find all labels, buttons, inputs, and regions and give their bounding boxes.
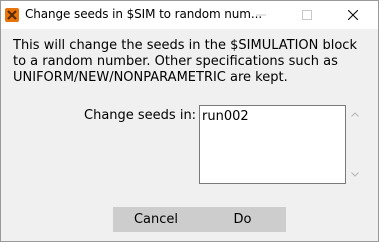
close-button[interactable] [330,1,376,29]
maximize-button[interactable] [284,1,330,29]
maximize-icon [302,10,312,20]
window-title: Change seeds in $SIM to random num... [25,7,263,21]
do-button[interactable]: Do [199,207,286,232]
textarea-scrollbar[interactable] [346,105,364,184]
minimize-button[interactable] [238,1,284,29]
cancel-button[interactable]: Cancel [113,207,199,232]
close-icon [348,10,358,20]
dialog-content: This will change the seeds in the $SIMUL… [1,29,378,241]
seeds-model-textarea[interactable]: run002 [199,105,346,184]
title-bar[interactable]: Change seeds in $SIM to random num... [1,1,378,29]
app-icon [5,8,19,22]
scroll-up-icon[interactable] [351,112,359,117]
change-seeds-label: Change seeds in: [84,108,197,123]
minimize-icon [256,14,266,16]
dialog-window: Change seeds in $SIM to random num... Th… [0,0,379,242]
button-bar: Cancel Do [113,207,286,232]
scroll-down-icon[interactable] [351,172,359,177]
description-text: This will change the seeds in the $SIMUL… [13,38,357,85]
